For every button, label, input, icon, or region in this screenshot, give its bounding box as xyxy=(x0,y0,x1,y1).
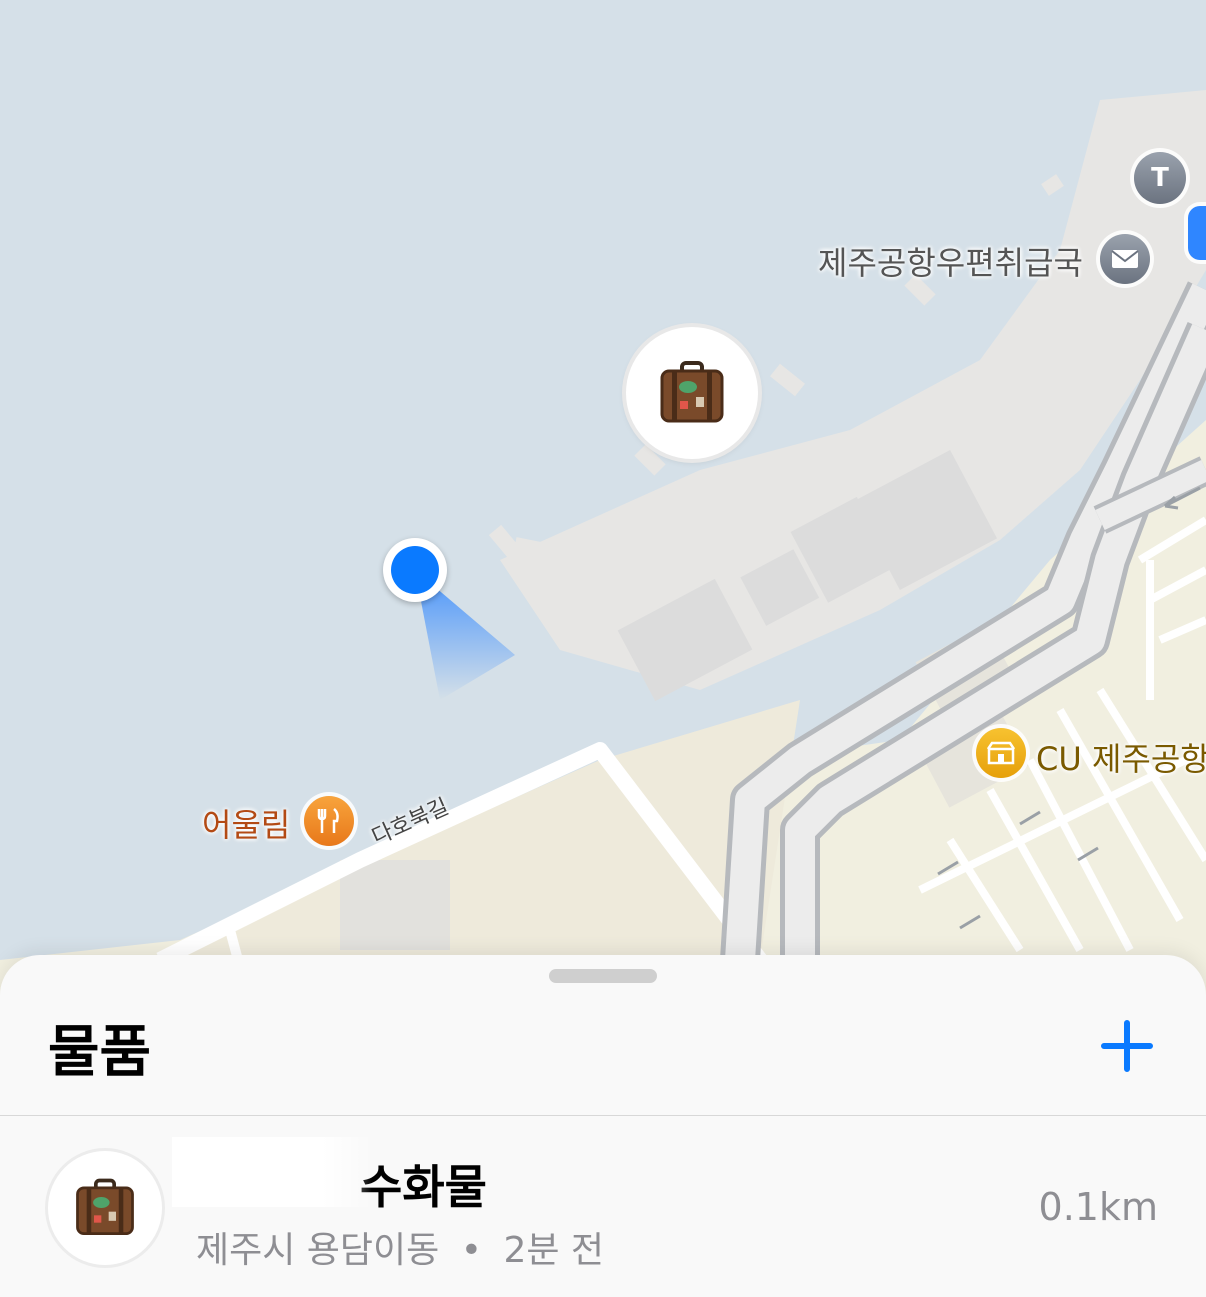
item-pin[interactable] xyxy=(626,327,758,459)
item-distance: 0.1km xyxy=(1038,1185,1158,1229)
divider xyxy=(0,1115,1206,1116)
suitcase-icon xyxy=(660,361,724,423)
poi-post-office-label[interactable]: 제주공항우편취급국 xyxy=(818,238,1083,284)
taxi-icon[interactable]: T xyxy=(1134,152,1186,204)
poi-store-label[interactable]: CU 제주공항 xyxy=(1036,734,1206,780)
item-time: 2분 전 xyxy=(503,1230,605,1271)
plus-icon[interactable] xyxy=(1096,1015,1158,1077)
sheet-title: 물품 xyxy=(48,1020,152,1085)
sheet-grabber[interactable] xyxy=(549,969,657,983)
user-location-dot xyxy=(383,538,447,602)
items-sheet[interactable]: 물품 수화물 제주시 용담이동 • 2분 전 0.1km xyxy=(0,955,1206,1297)
item-subtitle: 제주시 용담이동 • 2분 전 xyxy=(196,1221,604,1273)
poi-restaurant-label[interactable]: 어울림 xyxy=(202,800,290,846)
transit-icon[interactable] xyxy=(1188,206,1206,260)
fork-knife-icon[interactable] xyxy=(304,796,354,846)
envelope-icon[interactable] xyxy=(1100,234,1150,284)
convenience-store-icon[interactable] xyxy=(976,728,1026,778)
item-avatar xyxy=(48,1151,162,1265)
redaction-mask xyxy=(172,1137,372,1207)
item-location: 제주시 용담이동 xyxy=(196,1230,440,1271)
item-separator: • xyxy=(460,1230,482,1271)
item-name: 수화물 xyxy=(360,1160,487,1214)
list-item[interactable]: 수화물 제주시 용담이동 • 2분 전 0.1km xyxy=(0,1117,1206,1297)
suitcase-icon xyxy=(76,1178,134,1236)
